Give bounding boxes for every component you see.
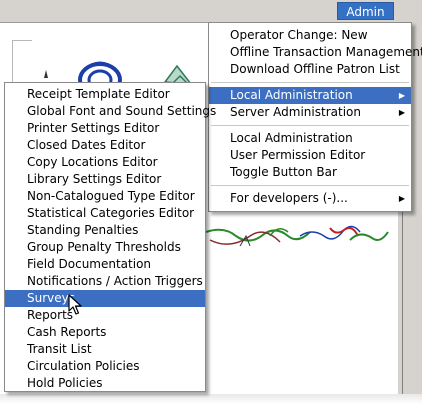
menu-item-server-administration-submenu[interactable]: Server Administration ▶ (209, 104, 411, 121)
submenu-item-transit-list[interactable]: Transit List (5, 341, 205, 358)
menu-item-label: Statistical Categories Editor (27, 206, 195, 220)
sketch-scribble-art (205, 225, 389, 247)
menu-item-label: Copy Locations Editor (27, 155, 158, 169)
submenu-item-field-documentation[interactable]: Field Documentation (5, 256, 205, 273)
small-emblem-art (44, 70, 48, 78)
menu-item-label: Reports (27, 308, 74, 322)
triangle-right-icon: ▶ (398, 194, 405, 203)
submenu-item-standing-penalties[interactable]: Standing Penalties (5, 222, 205, 239)
submenu-item-global-font-sound[interactable]: Global Font and Sound Settings (5, 103, 216, 120)
menu-item-label: Field Documentation (27, 257, 152, 271)
admin-dropdown-menu: Operator Change: New Offline Transaction… (208, 22, 422, 212)
menu-item-label: Circulation Policies (27, 359, 140, 373)
menu-item-label: Offline Transaction Management (230, 45, 422, 59)
menu-item-operator-change[interactable]: Operator Change: New (209, 27, 411, 44)
submenu-item-hold-policies[interactable]: Hold Policies (5, 375, 205, 392)
menu-item-label: Local Administration (230, 131, 353, 145)
menu-item-label: For developers (-)... (230, 191, 348, 205)
submenu-item-statistical-categories-editor[interactable]: Statistical Categories Editor (5, 205, 205, 222)
menu-item-local-administration-submenu[interactable]: Local Administration ▶ (209, 87, 411, 104)
local-administration-submenu: Receipt Template Editor Global Font and … (4, 82, 216, 392)
submenu-item-surveys[interactable]: Surveys (5, 290, 205, 307)
menu-item-label: Operator Change: New (230, 28, 368, 42)
submenu-item-printer-settings-editor[interactable]: Printer Settings Editor (5, 120, 205, 137)
menu-item-label: Standing Penalties (27, 223, 139, 237)
window-bottom-shadow (0, 394, 422, 404)
submenu-item-circulation-policies[interactable]: Circulation Policies (5, 358, 205, 375)
menu-item-user-permission-editor[interactable]: User Permission Editor (209, 147, 411, 164)
submenu-item-notifications-action-triggers[interactable]: Notifications / Action Triggers (5, 273, 205, 290)
menu-item-label: Receipt Template Editor (27, 87, 170, 101)
submenu-item-closed-dates-editor[interactable]: Closed Dates Editor (5, 137, 205, 154)
triangle-right-icon: ▶ (398, 108, 405, 117)
submenu-item-group-penalty-thresholds[interactable]: Group Penalty Thresholds (5, 239, 205, 256)
menu-item-label: User Permission Editor (230, 148, 366, 162)
menu-item-local-administration[interactable]: Local Administration (209, 130, 411, 147)
menu-item-label: Cash Reports (27, 325, 107, 339)
menu-item-label: Hold Policies (27, 376, 103, 390)
submenu-item-copy-locations-editor[interactable]: Copy Locations Editor (5, 154, 205, 171)
menu-item-label: Non-Catalogued Type Editor (27, 189, 195, 203)
admin-menu-button[interactable]: Admin (-) (337, 2, 394, 37)
menu-item-label: Notifications / Action Triggers (27, 274, 203, 288)
submenu-item-reports[interactable]: Reports (5, 307, 205, 324)
menu-item-label: Transit List (27, 342, 92, 356)
submenu-item-receipt-template-editor[interactable]: Receipt Template Editor (5, 86, 205, 103)
menu-item-offline-transaction[interactable]: Offline Transaction Management (209, 44, 422, 61)
menu-item-for-developers-submenu[interactable]: For developers (-)... ▶ (209, 190, 411, 207)
submenu-item-library-settings-editor[interactable]: Library Settings Editor (5, 171, 205, 188)
menu-item-label: Toggle Button Bar (230, 165, 337, 179)
menu-item-label: Group Penalty Thresholds (27, 240, 181, 254)
menu-item-label: Local Administration (230, 88, 353, 102)
menu-item-label: Library Settings Editor (27, 172, 162, 186)
menu-item-label: Closed Dates Editor (27, 138, 146, 152)
menu-separator (211, 125, 409, 126)
menu-separator (211, 82, 409, 83)
application-window: Admin (-) Operator Change: New (0, 0, 422, 404)
menu-item-label: Global Font and Sound Settings (27, 104, 217, 118)
mouse-pointer-icon (68, 294, 82, 315)
submenu-item-cash-reports[interactable]: Cash Reports (5, 324, 205, 341)
submenu-item-non-catalogued-type-editor[interactable]: Non-Catalogued Type Editor (5, 188, 205, 205)
menu-item-label: Server Administration (230, 105, 361, 119)
menu-item-toggle-button-bar[interactable]: Toggle Button Bar (209, 164, 411, 181)
menu-item-label: Printer Settings Editor (27, 121, 160, 135)
menu-item-label: Download Offline Patron List (230, 62, 400, 76)
triangle-right-icon: ▶ (398, 91, 405, 100)
menu-separator (211, 185, 409, 186)
menu-item-download-offline-patron[interactable]: Download Offline Patron List (209, 61, 411, 78)
